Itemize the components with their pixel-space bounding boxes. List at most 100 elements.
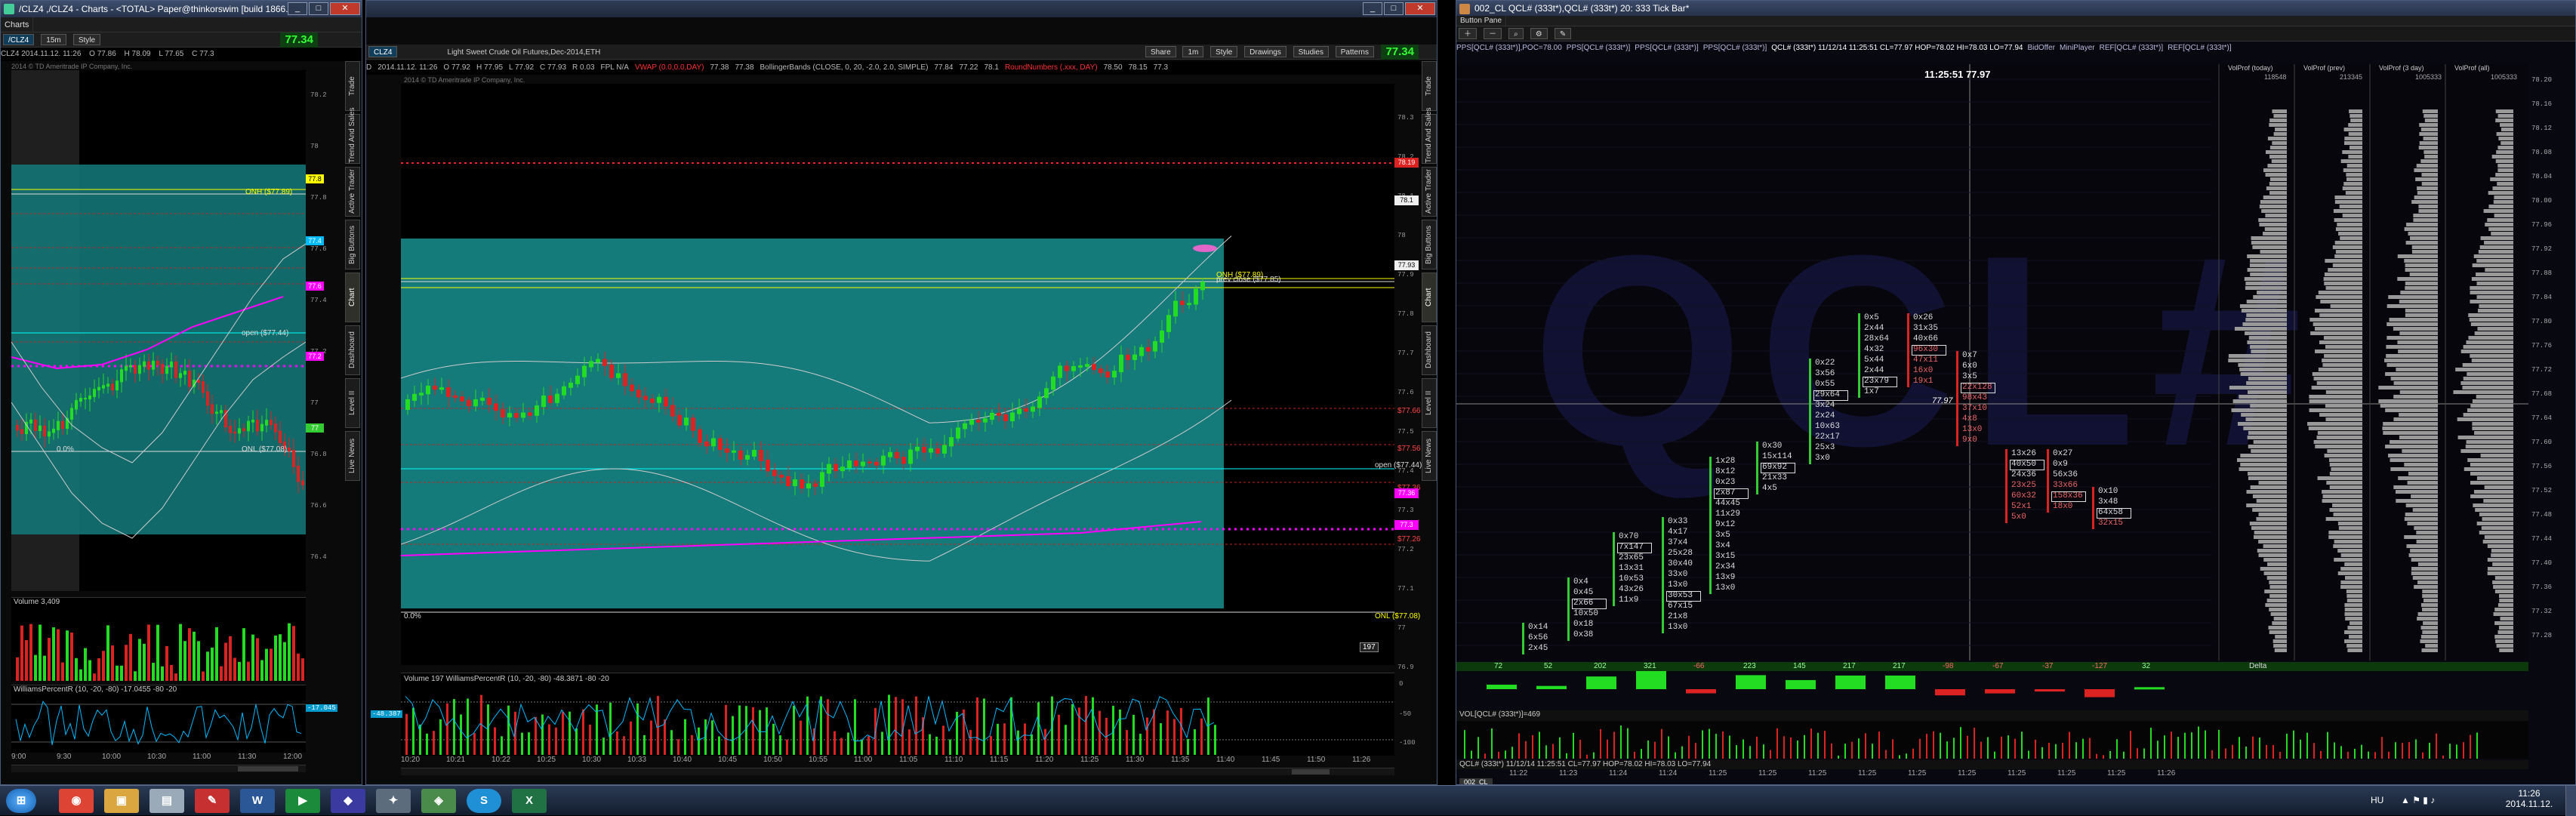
side-tab-dashboard[interactable]: Dashboard (345, 325, 360, 375)
volume-bar (2007, 735, 2009, 759)
time-axis-label: 11:26 (2157, 769, 2175, 778)
side-tab-trade[interactable]: Trade (1422, 61, 1437, 111)
volume-bar (1715, 734, 1717, 759)
volume-bar (915, 697, 917, 755)
excel-icon[interactable]: X (512, 789, 547, 813)
footprint-bar (1613, 532, 1615, 606)
candle-body (156, 361, 159, 365)
patterns-button[interactable]: Patterns (1336, 46, 1374, 57)
footprint-cell: 23x25 (2011, 481, 2036, 490)
profile-bar (2479, 304, 2513, 308)
tray-icons[interactable]: ▲ ⚑ ▮ ♪ (2401, 795, 2435, 805)
side-tab-level-ii[interactable]: Level II (345, 378, 360, 428)
footprint-highlight-box (1912, 345, 1946, 356)
chart-tab[interactable]: 002_CL (1459, 778, 1493, 785)
profile-bar (2414, 585, 2438, 589)
search-icon[interactable]: ⌕ (1508, 28, 1524, 39)
settings-icon[interactable]: ⚙ (1530, 28, 1548, 39)
footprint-highlight-box (1761, 463, 1795, 473)
side-tab-level-ii[interactable]: Level II (1422, 378, 1437, 428)
minimize-button[interactable]: _ (1363, 2, 1382, 15)
level-label: $77.26 (1397, 535, 1421, 543)
side-tab-chart[interactable]: Chart (345, 273, 360, 322)
side-tab-active-trader[interactable]: Active Trader (345, 167, 360, 217)
profile-bar (2249, 336, 2287, 340)
side-tab-trend-and-sales[interactable]: Trend And Sales (1422, 114, 1437, 164)
side-tab-dashboard[interactable]: Dashboard (1422, 325, 1437, 375)
studies-button[interactable]: Studies (1293, 46, 1329, 57)
thinkorswim-taskbar-icon[interactable]: ▶ (285, 789, 320, 813)
tool-icon[interactable]: ✦ (376, 789, 411, 813)
side-tab-chart[interactable]: Chart (1422, 273, 1437, 322)
volume-bar (75, 658, 78, 681)
left-symbol-field[interactable]: /CLZ4 (3, 34, 34, 45)
profile-bar (2246, 381, 2287, 385)
word-icon[interactable]: W (240, 789, 275, 813)
footprint-chart[interactable]: QCL# 0x146x562x450x40x452x6610x500x180x3… (1456, 64, 2528, 660)
left-style-button[interactable]: Style (73, 34, 100, 45)
profile-bar (2344, 639, 2362, 643)
volume-bar (1464, 730, 1465, 759)
side-tab-big-buttons[interactable]: Big Buttons (345, 220, 360, 269)
delta-bar (2035, 689, 2065, 691)
close-button[interactable]: ✕ (1405, 2, 1435, 15)
app-icon[interactable]: ◈ (421, 789, 456, 813)
side-tab-active-trader[interactable]: Active Trader (1422, 167, 1437, 217)
share-button[interactable]: Share (1145, 46, 1176, 57)
profile-bar (2497, 168, 2513, 172)
middle-horizontal-scrollbar[interactable] (401, 768, 1394, 775)
volume-bar (170, 665, 173, 681)
scroll-thumb[interactable] (238, 766, 298, 771)
style-button[interactable]: Style (1210, 46, 1237, 57)
zoom-in-icon[interactable]: ＋ (1459, 28, 1477, 39)
app-icon[interactable]: ◆ (331, 789, 365, 813)
explorer-icon[interactable]: ▣ (104, 789, 139, 813)
middle-price-chart[interactable] (401, 84, 1394, 665)
start-button[interactable]: ⊞ (6, 789, 36, 813)
left-price-chart[interactable]: ONH ($77.89) open ($77.44) ONL ($77.08) … (11, 70, 306, 591)
timeframe-button[interactable]: 1m (1182, 46, 1203, 57)
left-window-titlebar[interactable]: /CLZ4 ,/CLZ4 - Charts - <TOTAL> Paper@th… (1, 1, 362, 17)
left-timeframe-button[interactable]: 15m (41, 34, 66, 45)
middle-window-titlebar[interactable]: _ □ ✕ (366, 1, 1437, 17)
chrome-icon[interactable]: ◉ (59, 789, 94, 813)
side-tab-live-news[interactable]: Live News (1422, 431, 1437, 481)
profile-bar (2480, 245, 2513, 249)
volume-bar (2306, 733, 2308, 759)
charts-menu[interactable]: Charts (1, 17, 33, 32)
left-horizontal-scrollbar[interactable] (11, 765, 306, 772)
scroll-thumb[interactable] (1292, 769, 1330, 774)
skype-icon[interactable]: S (467, 789, 501, 813)
study-header-item: PPS[QCL# (333t*)] (1703, 44, 1767, 52)
draw-icon[interactable]: ✎ (1555, 28, 1571, 39)
side-tab-big-buttons[interactable]: Big Buttons (1422, 220, 1437, 269)
button-pane-menu[interactable]: Button Pane (1456, 16, 1506, 26)
side-tab-trade[interactable]: Trade (345, 61, 360, 111)
language-indicator[interactable]: HU (2371, 795, 2383, 805)
clock[interactable]: 11:26 2014.11.12. (2499, 788, 2559, 809)
show-desktop-button[interactable] (2565, 786, 2576, 816)
side-tab-live-news[interactable]: Live News (345, 431, 360, 481)
candle-body (670, 405, 675, 417)
candle-body (467, 400, 471, 406)
price-axis-label: 78.00 (2531, 197, 2552, 205)
notepad-icon[interactable]: ▤ (149, 789, 184, 813)
minimize-button[interactable]: _ (288, 2, 307, 15)
volume-bar (1613, 731, 1615, 759)
zoom-out-icon[interactable]: － (1484, 28, 1502, 39)
right-window-titlebar[interactable]: 002_CL QCL# (333t*),QCL# (333t*) 20: 333… (1456, 1, 2575, 16)
profile-bar (2267, 164, 2287, 168)
middle-symbol-field[interactable]: CLZ4 (368, 46, 397, 57)
profile-bar (2346, 594, 2362, 598)
paint-icon[interactable]: ✎ (195, 789, 230, 813)
price-axis-label: 77.4 (1397, 467, 1414, 475)
drawings-button[interactable]: Drawings (1244, 46, 1286, 57)
side-tab-trend-and-sales[interactable]: Trend And Sales (345, 114, 360, 164)
candle-body (555, 394, 559, 403)
profile-bar (2470, 286, 2513, 290)
delta-value: 32 (2142, 662, 2150, 671)
close-button[interactable]: ✕ (330, 2, 360, 15)
maximize-button[interactable]: □ (1384, 2, 1404, 15)
maximize-button[interactable]: □ (309, 2, 328, 15)
candle-body (229, 426, 232, 433)
